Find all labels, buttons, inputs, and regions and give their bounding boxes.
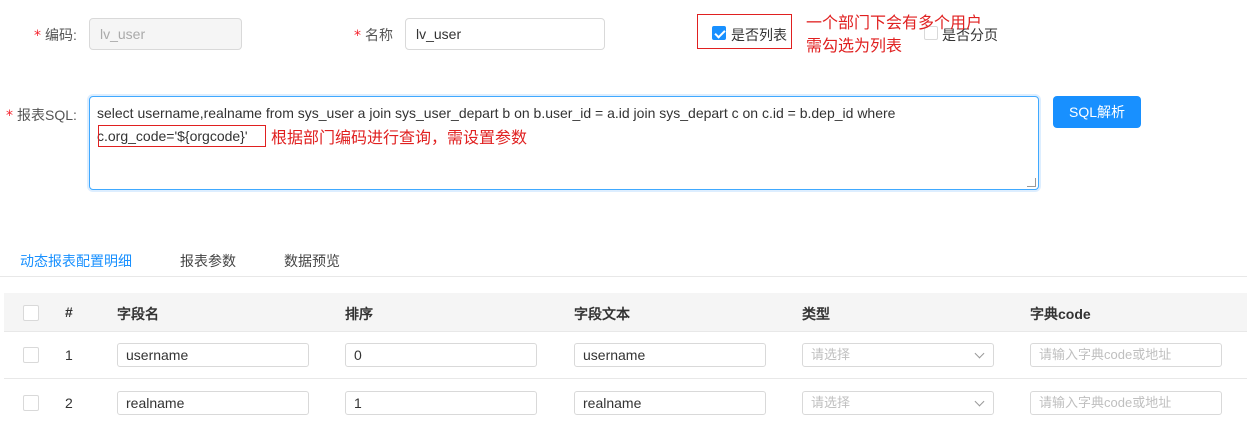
- list-annotation-line2: 需勾选为列表: [806, 38, 903, 55]
- is-list-checkbox[interactable]: [712, 26, 726, 40]
- type-select-placeholder: 请选择: [811, 395, 851, 410]
- sql-line-1: select username,realname from sys_user a…: [97, 105, 896, 121]
- sql-label: * 报表SQL:: [6, 105, 77, 125]
- chevron-down-icon: [974, 396, 985, 407]
- name-label: * 名称: [354, 25, 393, 45]
- tab-bar-divider: [0, 276, 1247, 277]
- sql-param-highlight: [98, 125, 266, 147]
- col-dict-header: 字典code: [1030, 306, 1091, 322]
- code-label: * 编码:: [34, 25, 77, 45]
- field-text-input[interactable]: realname: [574, 391, 766, 415]
- is-list-label: 是否列表: [731, 27, 787, 43]
- code-label-text: 编码:: [45, 27, 77, 43]
- select-all-checkbox[interactable]: [23, 305, 39, 321]
- required-mark: *: [354, 28, 361, 44]
- list-annotation-line1: 一个部门下会有多个用户: [806, 15, 983, 32]
- sql-parse-button[interactable]: SQL解析: [1053, 96, 1141, 128]
- required-mark: *: [34, 28, 41, 44]
- row-checkbox[interactable]: [23, 347, 39, 363]
- row-checkbox[interactable]: [23, 395, 39, 411]
- row-index: 2: [65, 395, 73, 411]
- col-type-header: 类型: [802, 306, 830, 322]
- tab-report-config[interactable]: 动态报表配置明细: [20, 251, 132, 271]
- name-label-text: 名称: [365, 27, 393, 43]
- col-field-header: 字段名: [117, 306, 159, 322]
- type-select-placeholder: 请选择: [811, 347, 851, 362]
- header-divider: [4, 331, 1247, 332]
- chevron-down-icon: [974, 348, 985, 359]
- code-input: lv_user: [89, 18, 242, 50]
- col-index-header: #: [65, 304, 73, 320]
- row-divider: [4, 378, 1247, 379]
- row-index: 1: [65, 347, 73, 363]
- resize-handle-icon[interactable]: [1027, 178, 1036, 187]
- required-mark: *: [6, 108, 13, 124]
- field-name-input[interactable]: realname: [117, 391, 309, 415]
- sql-annotation: 根据部门编码进行查询，需设置参数: [271, 130, 528, 147]
- order-input[interactable]: 1: [345, 391, 537, 415]
- type-select[interactable]: 请选择: [802, 391, 994, 415]
- sql-label-text: 报表SQL:: [17, 107, 77, 123]
- dict-code-input[interactable]: 请输入字典code或地址: [1030, 343, 1222, 367]
- col-text-header: 字段文本: [574, 306, 630, 322]
- tab-data-preview[interactable]: 数据预览: [284, 251, 340, 271]
- field-text-input[interactable]: username: [574, 343, 766, 367]
- dict-code-input[interactable]: 请输入字典code或地址: [1030, 391, 1222, 415]
- col-order-header: 排序: [345, 306, 373, 322]
- tab-report-params[interactable]: 报表参数: [180, 251, 236, 271]
- type-select[interactable]: 请选择: [802, 343, 994, 367]
- field-name-input[interactable]: username: [117, 343, 309, 367]
- name-input[interactable]: lv_user: [405, 18, 605, 50]
- order-input[interactable]: 0: [345, 343, 537, 367]
